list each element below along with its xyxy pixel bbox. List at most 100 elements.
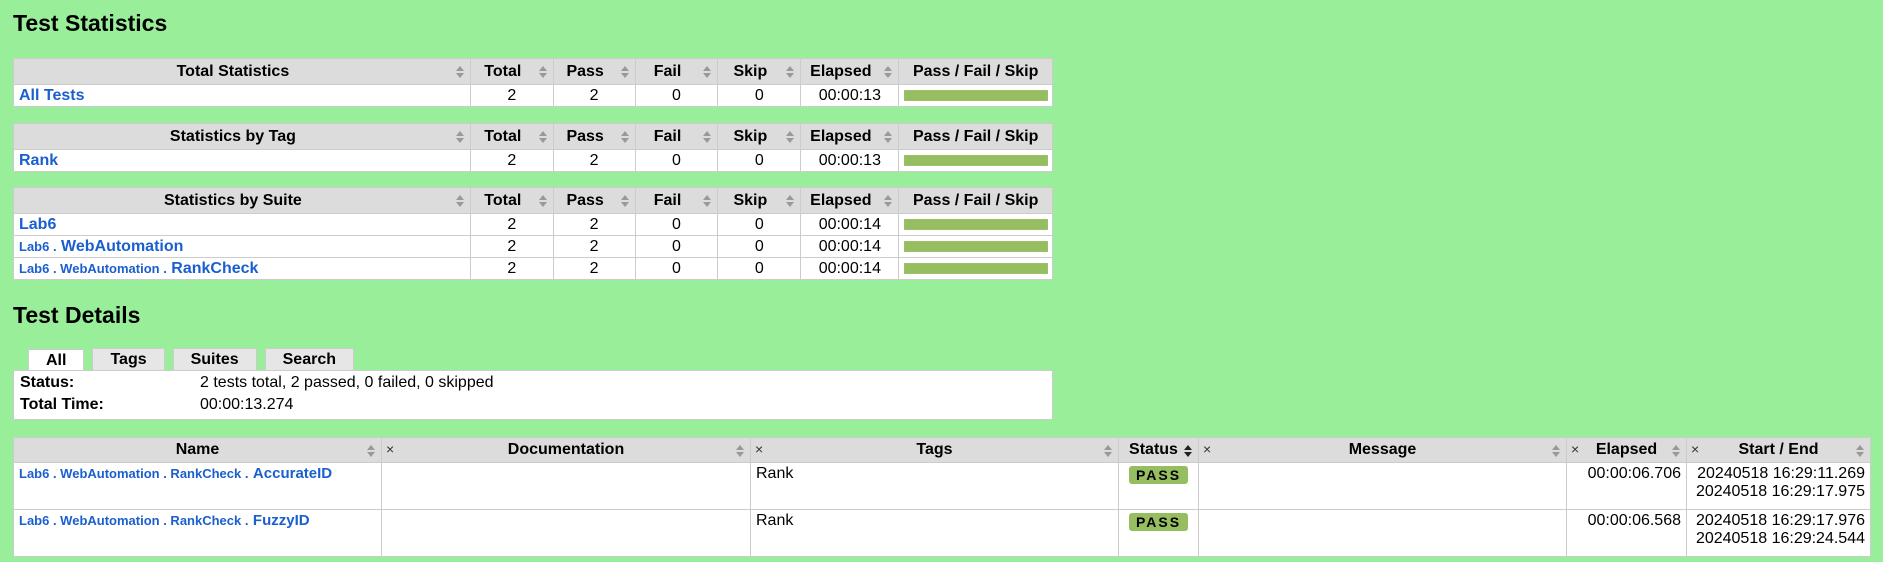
fail-header[interactable]: Fail — [634, 58, 719, 85]
elapsed-cell: 00:00:14 — [800, 213, 900, 236]
sort-icon — [703, 131, 712, 143]
elapsed-cell: 00:00:06.568 — [1566, 509, 1687, 557]
total-cell: 2 — [469, 149, 554, 172]
total-statistics-table: Total Statistics Total Pass Fail Skip El… — [13, 58, 1053, 107]
graph-header: Pass / Fail / Skip — [898, 187, 1053, 214]
skip-header[interactable]: Skip — [717, 187, 802, 214]
close-icon[interactable]: × — [1691, 441, 1699, 457]
graph-header: Pass / Fail / Skip — [898, 58, 1053, 85]
tag-statistics-header[interactable]: Statistics by Tag — [13, 123, 471, 150]
total-cell: 2 — [469, 84, 554, 107]
pass-cell: 2 — [552, 84, 636, 107]
sort-icon — [1104, 445, 1112, 457]
start-end-column-header[interactable]: × Start / End — [1686, 437, 1871, 463]
total-cell: 2 — [469, 257, 554, 280]
documentation-column-header[interactable]: × Documentation — [381, 437, 751, 463]
table-row: Rank 2 2 0 0 00:00:13 — [13, 149, 1053, 172]
fail-cell: 0 — [634, 149, 719, 172]
tab-suites[interactable]: Suites — [172, 348, 257, 372]
total-header[interactable]: Total — [469, 58, 554, 85]
close-icon[interactable]: × — [1571, 441, 1579, 457]
sort-icon — [884, 131, 893, 143]
test-fuzzyid-link[interactable]: Lab6 . WebAutomation . RankCheck . Fuzzy… — [19, 512, 310, 529]
pass-fail-skip-bar — [903, 263, 1048, 274]
skip-cell: 0 — [717, 235, 802, 258]
fail-header[interactable]: Fail — [634, 123, 719, 150]
tab-search[interactable]: Search — [264, 348, 354, 372]
tags-column-header[interactable]: × Tags — [750, 437, 1119, 463]
tag-rank-link[interactable]: Rank — [19, 152, 58, 169]
elapsed-header[interactable]: Elapsed — [800, 187, 900, 214]
fail-header[interactable]: Fail — [634, 187, 719, 214]
total-time-label: Total Time: — [20, 396, 104, 413]
sort-icon — [538, 195, 547, 207]
suite-webautomation-link[interactable]: Lab6 . WebAutomation — [19, 238, 183, 255]
sort-icon — [620, 131, 629, 143]
test-details-heading: Test Details — [13, 302, 141, 328]
status-badge: PASS — [1128, 466, 1189, 484]
pass-header[interactable]: Pass — [552, 123, 636, 150]
elapsed-cell: 00:00:14 — [800, 235, 900, 258]
all-tests-link[interactable]: All Tests — [19, 87, 85, 104]
sort-icon — [786, 195, 795, 207]
skip-cell: 0 — [717, 257, 802, 280]
sort-icon — [1856, 445, 1864, 457]
sort-icon — [620, 195, 629, 207]
documentation-cell — [381, 509, 751, 557]
suite-lab6-link[interactable]: Lab6 — [19, 216, 56, 233]
table-row: Lab6 . WebAutomation . RankCheck 2 2 0 0… — [13, 257, 1053, 280]
sort-icon — [538, 131, 547, 143]
total-statistics-header[interactable]: Total Statistics — [13, 58, 471, 85]
tag-statistics-table: Statistics by Tag Total Pass Fail Skip E… — [13, 123, 1053, 172]
sort-icon — [1184, 445, 1192, 457]
elapsed-column-header[interactable]: × Elapsed — [1566, 437, 1687, 463]
table-row: Lab6 . WebAutomation . RankCheck . Fuzzy… — [13, 509, 1871, 557]
close-icon[interactable]: × — [755, 441, 763, 457]
name-column-header[interactable]: Name — [13, 437, 382, 463]
elapsed-cell: 00:00:14 — [800, 257, 900, 280]
tab-tags[interactable]: Tags — [92, 348, 165, 372]
message-column-header[interactable]: × Message — [1198, 437, 1567, 463]
sort-icon — [736, 445, 744, 457]
test-statistics-heading: Test Statistics — [13, 10, 168, 36]
pass-header[interactable]: Pass — [552, 58, 636, 85]
status-column-header[interactable]: Status — [1118, 437, 1199, 463]
sort-icon — [1672, 445, 1680, 457]
pass-fail-skip-bar — [903, 241, 1048, 252]
close-icon[interactable]: × — [1203, 441, 1211, 457]
close-icon[interactable]: × — [386, 441, 394, 457]
pass-cell: 2 — [552, 257, 636, 280]
status-label: Status: — [20, 374, 75, 391]
sort-icon — [884, 66, 893, 78]
tags-cell: Rank — [750, 509, 1119, 557]
table-row: Lab6 2 2 0 0 00:00:14 — [13, 213, 1053, 236]
sort-icon — [538, 66, 547, 78]
end-time: 20240518 16:29:24.544 — [1695, 530, 1865, 547]
graph-header: Pass / Fail / Skip — [898, 123, 1053, 150]
elapsed-header[interactable]: Elapsed — [800, 58, 900, 85]
elapsed-header[interactable]: Elapsed — [800, 123, 900, 150]
test-details-table: Name × Documentation × Tags Status × Messag… — [13, 437, 1871, 557]
skip-header[interactable]: Skip — [717, 58, 802, 85]
details-summary: Status: 2 tests total, 2 passed, 0 failed… — [13, 370, 1053, 420]
sort-icon — [455, 131, 464, 143]
total-header[interactable]: Total — [469, 123, 554, 150]
elapsed-cell: 00:00:13 — [800, 149, 900, 172]
total-header[interactable]: Total — [469, 187, 554, 214]
status-badge: PASS — [1128, 513, 1189, 531]
skip-header[interactable]: Skip — [717, 123, 802, 150]
elapsed-cell: 00:00:06.706 — [1566, 462, 1687, 510]
total-time-value: 00:00:13.274 — [200, 396, 294, 413]
skip-cell: 0 — [717, 84, 802, 107]
suite-rankcheck-link[interactable]: Lab6 . WebAutomation . RankCheck — [19, 260, 258, 277]
sort-icon — [367, 445, 375, 457]
suite-statistics-header[interactable]: Statistics by Suite — [13, 187, 471, 214]
start-time: 20240518 16:29:17.976 — [1695, 512, 1865, 529]
pass-header[interactable]: Pass — [552, 187, 636, 214]
pass-fail-skip-bar — [903, 90, 1048, 101]
test-accurateid-link[interactable]: Lab6 . WebAutomation . RankCheck . Accur… — [19, 465, 332, 482]
start-time: 20240518 16:29:11.269 — [1697, 465, 1865, 482]
pass-cell: 2 — [552, 235, 636, 258]
sort-icon — [455, 66, 464, 78]
tags-cell: Rank — [750, 462, 1119, 510]
